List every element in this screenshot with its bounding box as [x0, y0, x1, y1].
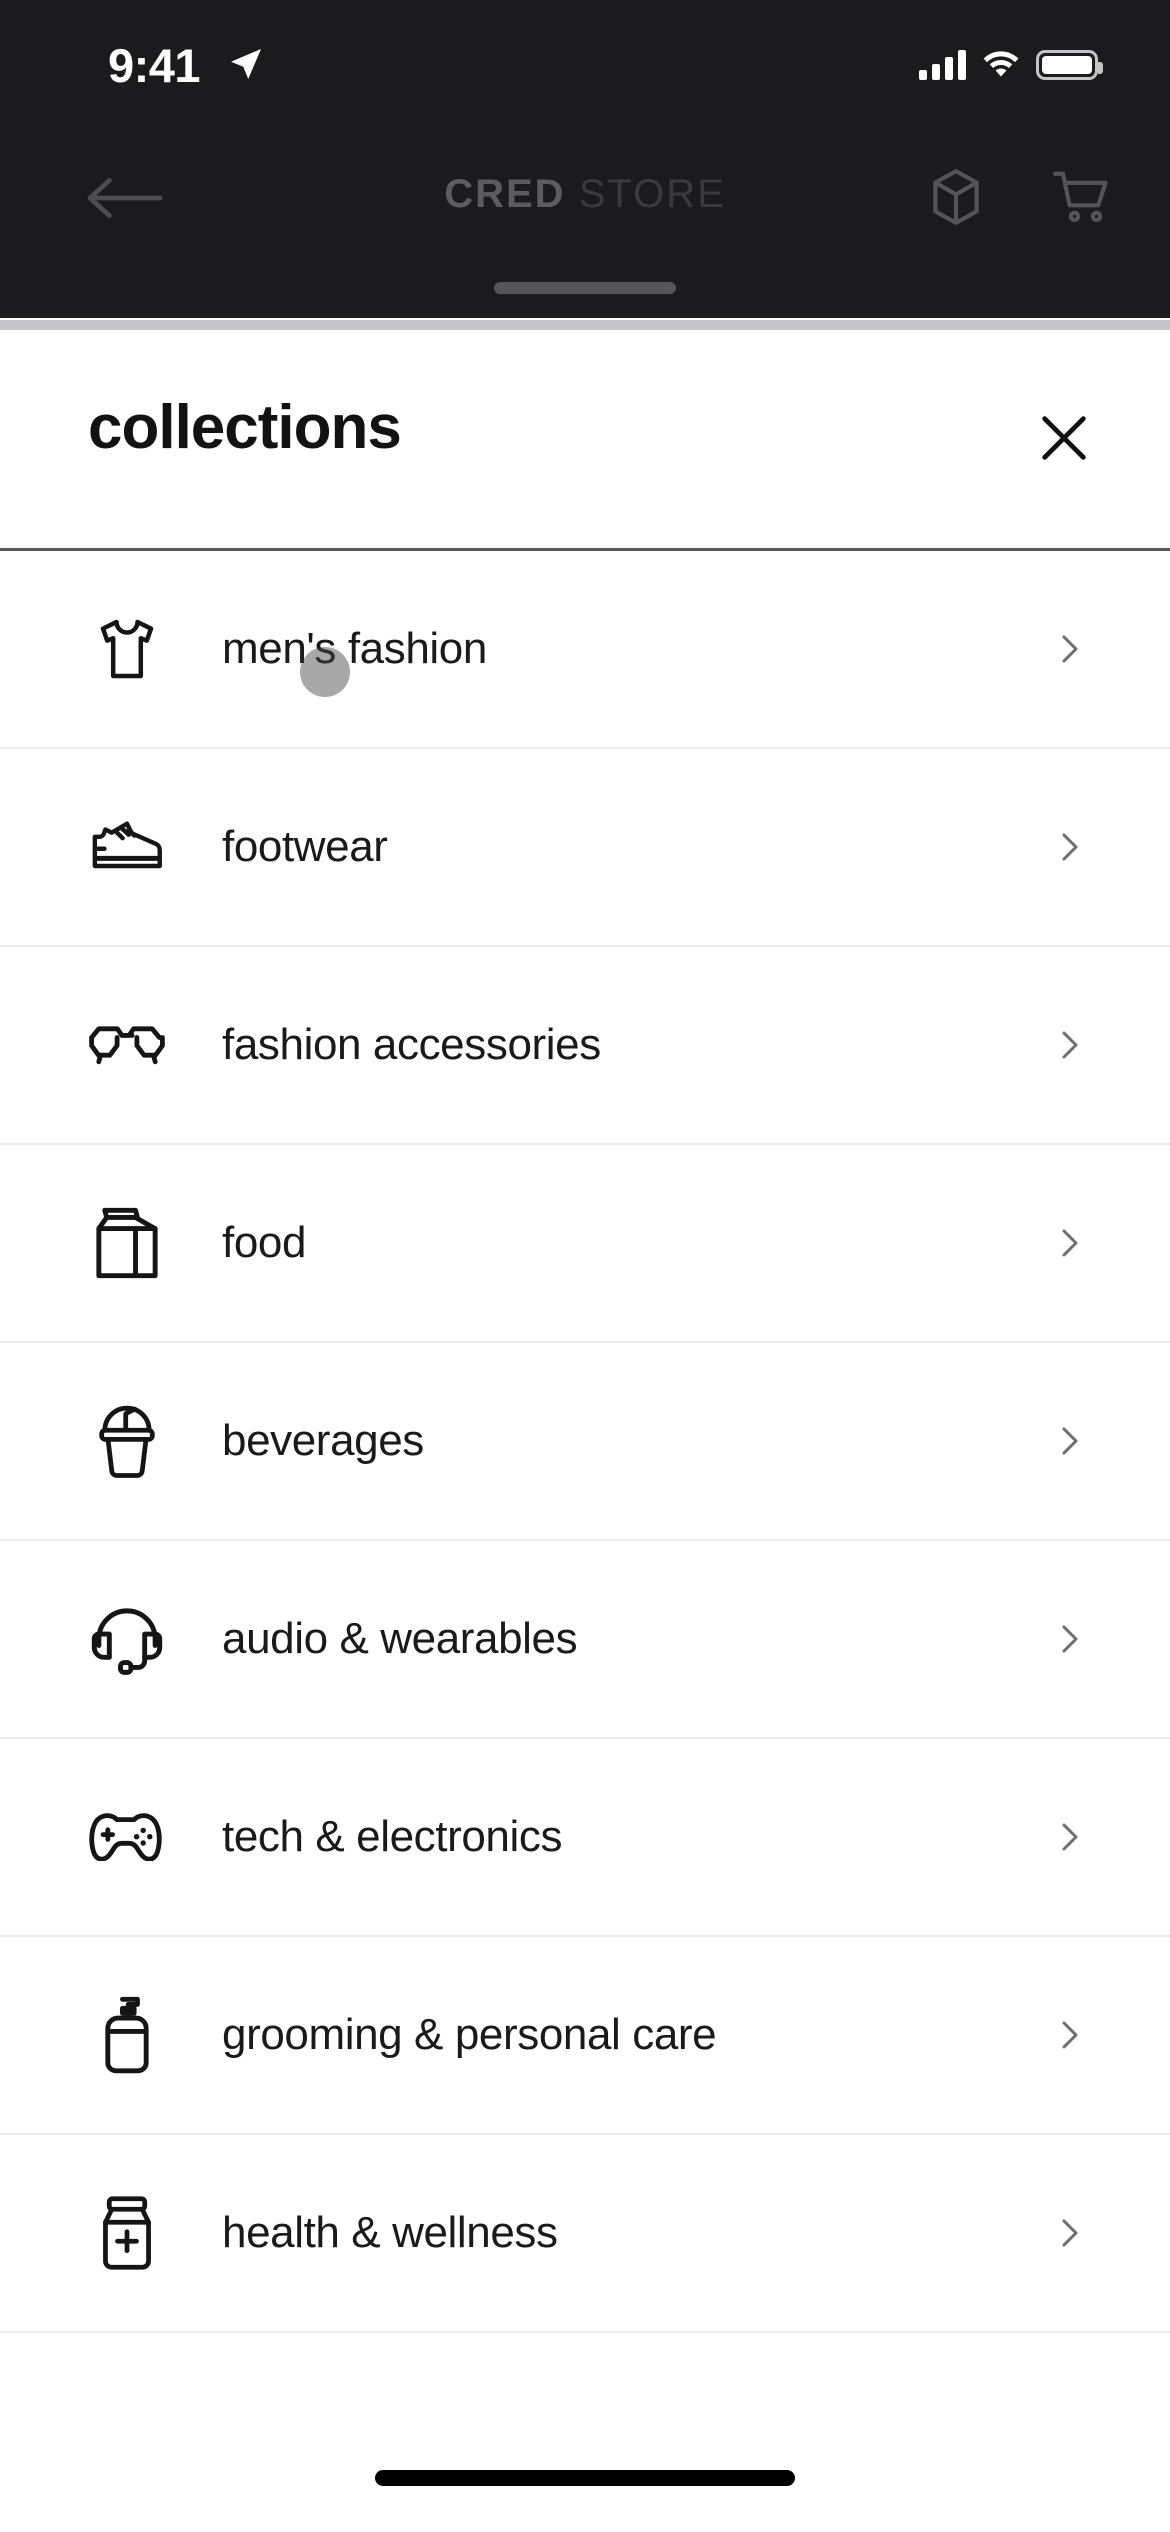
list-item-label: fashion accessories [222, 1020, 601, 1069]
list-item-beverages[interactable]: beverages [0, 1343, 1170, 1541]
status-bar: 9:41 [0, 0, 1170, 110]
home-indicator[interactable] [375, 2470, 795, 2486]
pump-bottle-icon [88, 1996, 166, 2074]
medicine-jar-icon [88, 2194, 166, 2272]
list-item-label: footwear [222, 822, 388, 871]
list-item-label: beverages [222, 1416, 424, 1465]
list-item-label: audio & wearables [222, 1614, 578, 1663]
sheet-top-edge [0, 320, 1170, 330]
milk-carton-icon [88, 1204, 166, 1282]
sheet-grabber[interactable] [494, 282, 676, 294]
app-brand-title: CRED STORE [0, 172, 1170, 217]
list-item-grooming-personal-care[interactable]: grooming & personal care [0, 1937, 1170, 2135]
list-item-label: men's fashion [222, 624, 487, 673]
headset-icon [88, 1600, 166, 1678]
chevron-right-icon [1052, 1423, 1088, 1459]
chevron-right-icon [1052, 2017, 1088, 2053]
list-item-label: grooming & personal care [222, 2010, 717, 2059]
app-nav-bar: CRED STORE [0, 160, 1170, 260]
chevron-right-icon [1052, 1027, 1088, 1063]
drink-cup-icon [88, 1402, 166, 1480]
shopping-cart-icon[interactable] [1050, 166, 1112, 228]
list-item-label: food [222, 1218, 307, 1267]
list-item-food[interactable]: food [0, 1145, 1170, 1343]
chevron-right-icon [1052, 829, 1088, 865]
location-arrow-icon [228, 46, 264, 82]
collections-sheet: collections men's fashion footwear fashi… [0, 330, 1170, 2532]
page-title: collections [88, 393, 402, 462]
sheet-header: collections [0, 330, 1170, 551]
list-item-label: tech & electronics [222, 1812, 563, 1861]
app-backdrop: 9:41 CRED STORE [0, 0, 1170, 318]
chevron-right-icon [1052, 2215, 1088, 2251]
tshirt-icon [88, 610, 166, 688]
chevron-right-icon [1052, 631, 1088, 667]
list-item-label: health & wellness [222, 2208, 558, 2257]
list-item-health-wellness[interactable]: health & wellness [0, 2135, 1170, 2333]
package-box-icon[interactable] [925, 166, 987, 228]
brand-primary: CRED [444, 172, 566, 216]
gamepad-icon [88, 1798, 166, 1876]
list-item-mens-fashion[interactable]: men's fashion [0, 551, 1170, 749]
wifi-icon [982, 50, 1020, 80]
brand-secondary: STORE [578, 172, 726, 216]
list-item-footwear[interactable]: footwear [0, 749, 1170, 947]
list-item-fashion-accessories[interactable]: fashion accessories [0, 947, 1170, 1145]
chevron-right-icon [1052, 1819, 1088, 1855]
chevron-right-icon [1052, 1621, 1088, 1657]
collections-list: men's fashion footwear fashion accessori… [0, 551, 1170, 2333]
eyeglasses-icon [88, 1006, 166, 1084]
list-item-audio-wearables[interactable]: audio & wearables [0, 1541, 1170, 1739]
sneaker-icon [88, 808, 166, 886]
status-bar-time: 9:41 [108, 39, 201, 92]
list-item-tech-electronics[interactable]: tech & electronics [0, 1739, 1170, 1937]
status-bar-indicators [919, 50, 1103, 80]
battery-icon [1036, 50, 1103, 80]
chevron-right-icon [1052, 1225, 1088, 1261]
cellular-signal-icon [919, 50, 966, 80]
phone-screen: 9:41 CRED STORE collections men's fashio… [0, 0, 1170, 2532]
close-x-icon[interactable] [1028, 402, 1100, 474]
